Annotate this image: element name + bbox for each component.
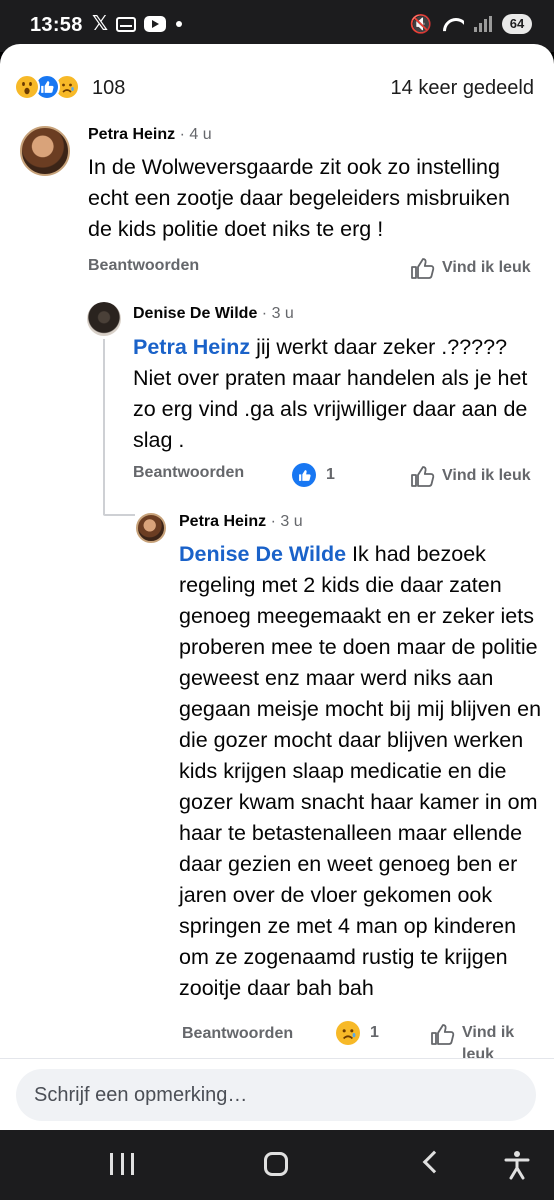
comment-input[interactable]: Schrijf een opmerking… [16, 1069, 536, 1121]
reply-button[interactable]: Beantwoorden [133, 464, 244, 482]
author-name[interactable]: Denise De Wilde [133, 305, 257, 322]
wifi-icon [442, 16, 464, 32]
like-label: Vind ik leuk [442, 259, 531, 276]
reply-button[interactable]: Beantwoorden [182, 1023, 293, 1045]
comment-author[interactable]: Petra Heinz · 4 u [88, 126, 212, 144]
recents-icon[interactable] [110, 1153, 134, 1175]
thumbs-up-icon [411, 466, 435, 487]
comment-author[interactable]: Denise De Wilde · 3 u [133, 305, 294, 323]
mention-link[interactable]: Denise De Wilde [179, 542, 346, 566]
mention-link[interactable]: Petra Heinz [133, 335, 250, 359]
thread-line [103, 339, 105, 515]
sad-reaction-icon [336, 1021, 360, 1045]
battery-indicator: 64 [502, 14, 532, 34]
comment-reactions[interactable]: 1 [336, 1021, 379, 1045]
status-system-icons: 🔇 64 [410, 14, 532, 34]
back-icon[interactable] [422, 1150, 446, 1174]
like-label: Vind ik leuk [442, 467, 531, 484]
reaction-count: 1 [370, 1024, 379, 1041]
avatar[interactable] [87, 302, 121, 336]
like-button[interactable]: Vind ik leuk [410, 464, 531, 488]
comment-text: Petra Heinz jij werkt daar zeker .????? … [133, 332, 533, 456]
avatar[interactable] [136, 513, 166, 543]
comment-author[interactable]: Petra Heinz · 3 u [179, 513, 303, 531]
reaction-count: 1 [326, 466, 335, 483]
comment-text: Denise De Wilde Ik had bezoek regeling m… [179, 539, 543, 1004]
youtube-icon [144, 16, 167, 32]
like-reaction-icon [292, 463, 316, 487]
comment-text: In de Wolweversgaarde zit ook zo instell… [88, 155, 510, 241]
status-time: 13:58 [30, 14, 83, 36]
thumbs-up-icon [431, 1024, 455, 1045]
reaction-count[interactable]: 108 [92, 77, 125, 100]
share-count[interactable]: 14 keer gedeeld [391, 77, 534, 100]
author-name[interactable]: Petra Heinz [179, 513, 266, 530]
mute-icon: 🔇 [409, 14, 432, 34]
comment-time: · 4 u [175, 126, 212, 143]
home-icon[interactable] [264, 1152, 288, 1176]
post-reactions-bar: 108 14 keer gedeeld [0, 68, 554, 108]
like-button[interactable]: Vind ik leuk [410, 256, 531, 280]
comment-composer: Schrijf een opmerking… [0, 1058, 554, 1130]
wow-reaction-icon [14, 74, 40, 100]
thread-line [103, 514, 135, 516]
notification-dot-icon [176, 21, 183, 27]
accessibility-icon[interactable] [504, 1150, 530, 1180]
signal-icon [474, 16, 492, 32]
mail-icon [116, 16, 137, 32]
comment-time: · 3 u [257, 305, 294, 322]
reaction-icons[interactable] [14, 74, 80, 100]
comment-body: Ik had bezoek regeling met 2 kids die da… [179, 542, 542, 1000]
author-name[interactable]: Petra Heinz [88, 126, 175, 143]
status-notification-icons: 𝕏 [92, 13, 183, 35]
navigation-bar [0, 1130, 554, 1200]
comments-sheet: 108 14 keer gedeeld Petra Heinz · 4 u In… [0, 44, 554, 1130]
avatar[interactable] [20, 126, 70, 176]
comment-time: · 3 u [266, 513, 303, 530]
x-logo-icon: 𝕏 [92, 13, 109, 35]
reply-button[interactable]: Beantwoorden [88, 257, 199, 275]
comment-reactions[interactable]: 1 [292, 463, 335, 487]
thumbs-up-icon [411, 258, 435, 279]
